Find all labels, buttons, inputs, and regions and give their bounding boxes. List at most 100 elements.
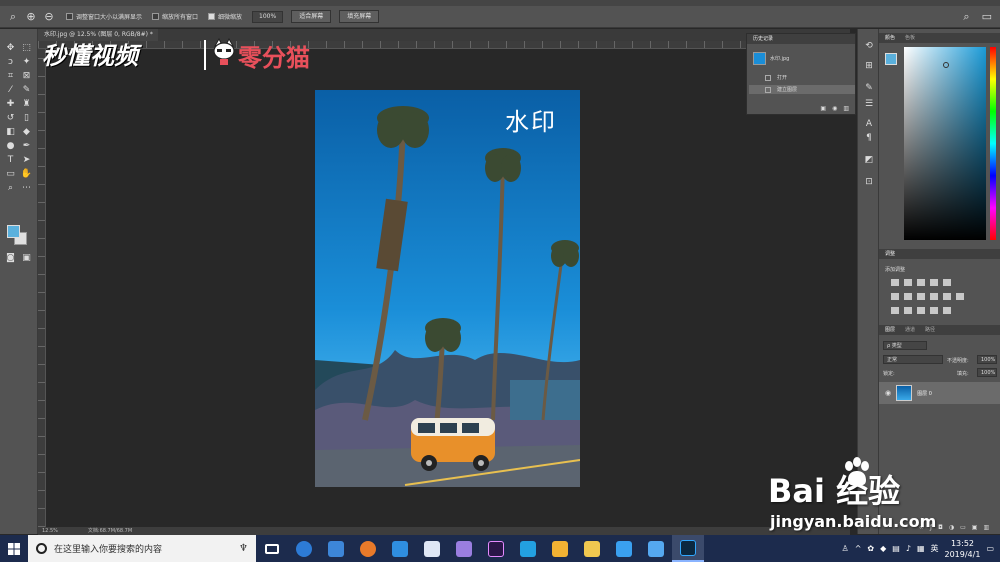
history-item-new-layer[interactable]: 建立图层 [749,85,855,94]
taskbar-app-blue[interactable] [512,535,544,562]
trash-icon[interactable]: ▥ [843,105,849,112]
paragraph-panel-icon[interactable]: ¶ [863,133,875,144]
taskbar-app-edge[interactable] [288,535,320,562]
blend-mode-select[interactable]: 正常 [883,355,943,364]
pen-tool-icon[interactable]: ✒ [20,141,33,152]
taskbar-app-store[interactable] [320,535,352,562]
new-document-icon[interactable]: ▣ [820,105,826,112]
taskbar-app-pen[interactable] [640,535,672,562]
tab-swatches[interactable]: 色板 [905,33,915,43]
document-image[interactable]: 水印 [315,90,580,487]
zoom-tool-icon[interactable]: ⌕ [6,10,20,24]
tab-paths[interactable]: 路径 [925,325,935,335]
channel-mixer-icon[interactable] [943,293,951,300]
history-brush-tool-icon[interactable]: ↺ [4,113,17,124]
tray-arrow-icon[interactable]: ^ [855,544,862,553]
rectangle-tool-icon[interactable]: ▭ [4,169,17,180]
hue-slider[interactable] [990,47,996,240]
zoom-all-windows-checkbox[interactable]: 缩放所有窗口 [152,12,198,21]
zoom-value-button[interactable]: 100% [252,10,284,23]
taskbar-app-mail[interactable] [416,535,448,562]
foreground-color-swatch[interactable] [7,225,20,238]
task-view-button[interactable] [256,535,288,562]
threshold-icon[interactable] [917,307,925,314]
new-layer-icon[interactable]: ▣ [972,524,978,531]
people-icon[interactable]: ♙ [842,544,849,553]
color-foreground-swatch[interactable] [885,53,897,65]
gradient-map-icon[interactable] [930,307,938,314]
vibrance-icon[interactable] [943,279,951,286]
tray-flower-icon[interactable]: ✿ [867,544,874,553]
hue-saturation-icon[interactable] [891,293,899,300]
fit-screen-button[interactable]: 适合屏幕 [291,10,332,23]
more-tools-icon[interactable]: ⋯ [20,183,33,194]
taskbar-app-folder[interactable] [576,535,608,562]
tab-layers[interactable]: 图层 [885,325,895,335]
quick-select-tool-icon[interactable]: ✦ [20,57,33,68]
photo-filter-icon[interactable] [930,293,938,300]
watermark-text[interactable]: 水印 [505,102,557,137]
gradient-tool-icon[interactable]: ◧ [4,127,17,138]
taskbar-app-orange[interactable] [544,535,576,562]
eyedropper-tool-icon[interactable]: ⁄ [4,85,17,96]
group-icon[interactable]: ▭ [960,524,966,531]
microphone-icon[interactable]: ♆ [239,543,248,554]
keyboard-icon[interactable]: ▦ [917,544,925,553]
eraser-tool-icon[interactable]: ▯ [20,113,33,124]
healing-brush-tool-icon[interactable]: ✚ [4,99,17,110]
layer-name[interactable]: 图层 0 [917,390,932,397]
tab-color[interactable]: 颜色 [885,33,895,43]
curves-icon[interactable] [917,279,925,286]
workspace-icon[interactable]: ▭ [982,10,992,24]
paths-panel-icon[interactable]: ◩ [863,155,875,166]
move-tool-icon[interactable]: ✥ [4,43,17,54]
history-panel-icon[interactable]: ⟲ [863,41,875,52]
volume-icon[interactable]: ♪ [906,544,911,553]
brush-tool-icon[interactable]: ✎ [20,85,33,96]
type-tool-icon[interactable]: T [4,155,17,166]
history-item-open[interactable]: 打开 [749,73,855,82]
blur-tool-icon[interactable]: ◆ [20,127,33,138]
exposure-icon[interactable] [930,279,938,286]
marquee-tool-icon[interactable]: ⬚ [20,43,33,54]
zoom-in-icon[interactable]: ⊕ [24,10,38,24]
taskbar-clock[interactable]: 13:52 2019/4/1 [945,538,981,560]
screen-mode-icon[interactable]: ▣ [20,253,33,264]
dodge-tool-icon[interactable]: ● [4,141,17,152]
start-button[interactable] [0,535,28,562]
taskbar-search[interactable]: 在这里输入你要搜索的内容 ♆ [28,535,256,562]
scrubby-zoom-checkbox[interactable]: 细微缩放 [208,12,242,21]
quick-mask-icon[interactable]: ◙ [4,253,17,264]
zoom-out-icon[interactable]: ⊖ [42,10,56,24]
taskbar-app-photoshop[interactable] [672,535,704,562]
tray-box-icon[interactable]: ◆ [880,544,886,553]
trash-icon[interactable]: ▥ [983,524,989,531]
posterize-icon[interactable] [904,307,912,314]
color-picker-marker[interactable] [943,62,949,68]
black-white-icon[interactable] [917,293,925,300]
character-panel-icon[interactable]: A [863,119,875,130]
adjust-icon[interactable]: ☰ [863,99,875,110]
brush-settings-icon[interactable]: ✎ [863,83,875,94]
taskbar-app-arrow[interactable] [384,535,416,562]
eye-icon[interactable]: ◉ [885,389,891,397]
taskbar-app-premiere[interactable] [480,535,512,562]
frame-tool-icon[interactable]: ⊠ [20,71,33,82]
color-lookup-icon[interactable] [956,293,964,300]
lasso-tool-icon[interactable]: ↄ [4,57,17,68]
tab-adjustments[interactable]: 调整 [885,249,895,259]
search-icon[interactable]: ⌕ [963,10,969,24]
fill-field[interactable]: 100% [977,368,997,377]
tray-network-icon[interactable]: ▤ [892,544,900,553]
mask-icon[interactable]: ◘ [938,524,943,531]
adjustment-layer-icon[interactable]: ◑ [949,524,954,531]
taskbar-app-vs[interactable] [448,535,480,562]
opacity-field[interactable]: 100% [977,355,997,364]
taskbar-app-firefox[interactable] [352,535,384,562]
status-zoom[interactable]: 12.5% [42,527,58,535]
properties-panel-icon[interactable]: ⊞ [863,61,875,72]
camera-icon[interactable]: ◉ [832,105,837,112]
selective-color-icon[interactable] [943,307,951,314]
glyph-panel-icon[interactable]: ⊡ [863,177,875,188]
tab-channels[interactable]: 通道 [905,325,915,335]
